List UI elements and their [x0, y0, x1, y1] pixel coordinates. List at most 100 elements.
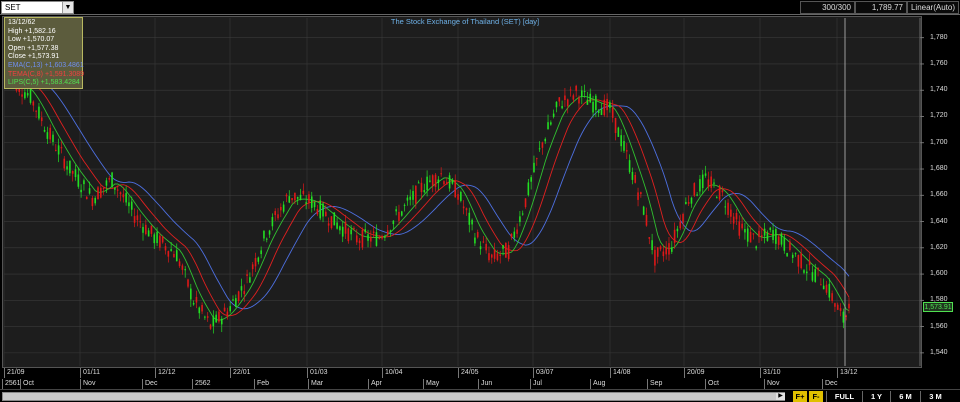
candle-body: [246, 274, 248, 277]
candle-body: [744, 229, 746, 233]
candle-body: [761, 235, 763, 237]
candle-body: [724, 206, 727, 208]
candle-body: [763, 228, 766, 236]
candle-body: [322, 203, 324, 217]
candle-body: [693, 183, 696, 196]
lips-line: [8, 74, 850, 321]
candle-body: [772, 230, 774, 241]
candle-body: [69, 160, 71, 174]
chevron-down-icon[interactable]: ▼: [62, 2, 73, 13]
candle-body: [370, 236, 372, 242]
scroll-right-icon[interactable]: ▶: [776, 393, 785, 400]
candle-body: [791, 254, 794, 258]
candle-body: [57, 145, 60, 155]
zoom-in-button[interactable]: F+: [793, 391, 807, 402]
x-month-label: Sep: [647, 379, 662, 389]
candle-body: [732, 216, 735, 224]
x-date-label: 10/04: [382, 368, 403, 378]
candle-body: [735, 212, 738, 220]
candle-body: [32, 101, 35, 106]
candle-body: [597, 110, 600, 113]
candle-body: [704, 173, 707, 176]
candle-body: [429, 180, 431, 182]
candle-body: [775, 229, 777, 244]
candle-body: [353, 227, 355, 230]
candle-body: [648, 237, 651, 239]
candle-body: [91, 198, 94, 207]
candle-body: [133, 216, 136, 223]
candle-body: [493, 249, 496, 259]
candle-body: [164, 246, 167, 251]
candle-body: [364, 229, 367, 233]
candle-body: [820, 284, 822, 286]
candle-body: [344, 221, 347, 234]
candle-body: [611, 107, 614, 118]
x-month-label: Nov: [764, 379, 779, 389]
x-month-label: Dec: [822, 379, 837, 389]
x-month-label: Jul: [530, 379, 542, 389]
info-high: High +1,582.16: [8, 27, 56, 35]
range-3m-button[interactable]: 3 M: [920, 391, 950, 402]
candle-body: [524, 198, 527, 208]
candle-body: [116, 189, 119, 191]
range-1y-button[interactable]: 1 Y: [862, 391, 890, 402]
y-tick-label: 1,620: [930, 243, 948, 251]
candle-body: [372, 231, 375, 234]
candle-body: [836, 304, 839, 310]
candle-body: [535, 158, 538, 160]
candle-body: [595, 95, 597, 110]
candle-body: [392, 220, 395, 225]
candle-body: [783, 237, 786, 251]
candle-body: [617, 127, 620, 137]
zoom-out-button[interactable]: F-: [809, 391, 823, 402]
range-6m-button[interactable]: 6 M: [890, 391, 920, 402]
candle-body: [682, 213, 684, 223]
candle-body: [766, 232, 769, 241]
chart-title: The Stock Exchange of Thailand (SET) [da…: [390, 17, 540, 26]
candle-body: [280, 206, 282, 211]
candle-body: [296, 196, 299, 199]
candle-body: [249, 277, 251, 283]
candle-body: [586, 99, 589, 105]
candle-body: [83, 180, 85, 185]
candle-body: [173, 253, 175, 258]
horizontal-scrollbar[interactable]: ▶: [2, 392, 785, 401]
candle-body: [97, 187, 99, 200]
x-date-label: 22/01: [230, 368, 251, 378]
candle-body: [378, 237, 381, 239]
candle-body: [358, 240, 361, 244]
info-tema: TEMA(C,8) +1,591.3089: [8, 70, 85, 78]
candle-body: [561, 106, 563, 109]
x-date-label: 01/03: [307, 368, 328, 378]
candle-body: [40, 117, 43, 122]
candle-body: [580, 90, 583, 97]
candle-body: [721, 190, 724, 193]
candle-body: [74, 169, 77, 178]
candle-body: [220, 318, 223, 325]
x-month-label: Dec: [142, 379, 157, 389]
candle-body: [457, 194, 459, 200]
info-lips: LIPS(C,5) +1,583.4284: [8, 79, 80, 87]
candle-body: [606, 98, 608, 111]
candle-body: [412, 191, 414, 200]
candle-body: [727, 202, 729, 215]
candle-body: [178, 261, 181, 267]
candle-body: [237, 291, 240, 301]
range-full-button[interactable]: FULL: [826, 391, 862, 402]
candle-body: [190, 288, 192, 300]
candle-body: [454, 180, 457, 198]
candle-body: [336, 222, 338, 229]
price-chart[interactable]: [0, 16, 960, 368]
symbol-selector[interactable]: SET ▼: [1, 1, 74, 14]
candle-body: [685, 201, 687, 205]
top-toolbar: SET ▼ 300/300 1,789.77 Linear(Auto): [0, 0, 960, 15]
candle-body: [52, 134, 54, 143]
candle-body: [294, 192, 296, 201]
candle-body: [614, 117, 617, 133]
candle-body: [209, 324, 212, 329]
scale-mode[interactable]: Linear(Auto): [907, 1, 959, 14]
candle-body: [668, 243, 670, 255]
candle-body: [502, 245, 504, 249]
candle-body: [550, 122, 552, 125]
candle-body: [625, 150, 628, 152]
